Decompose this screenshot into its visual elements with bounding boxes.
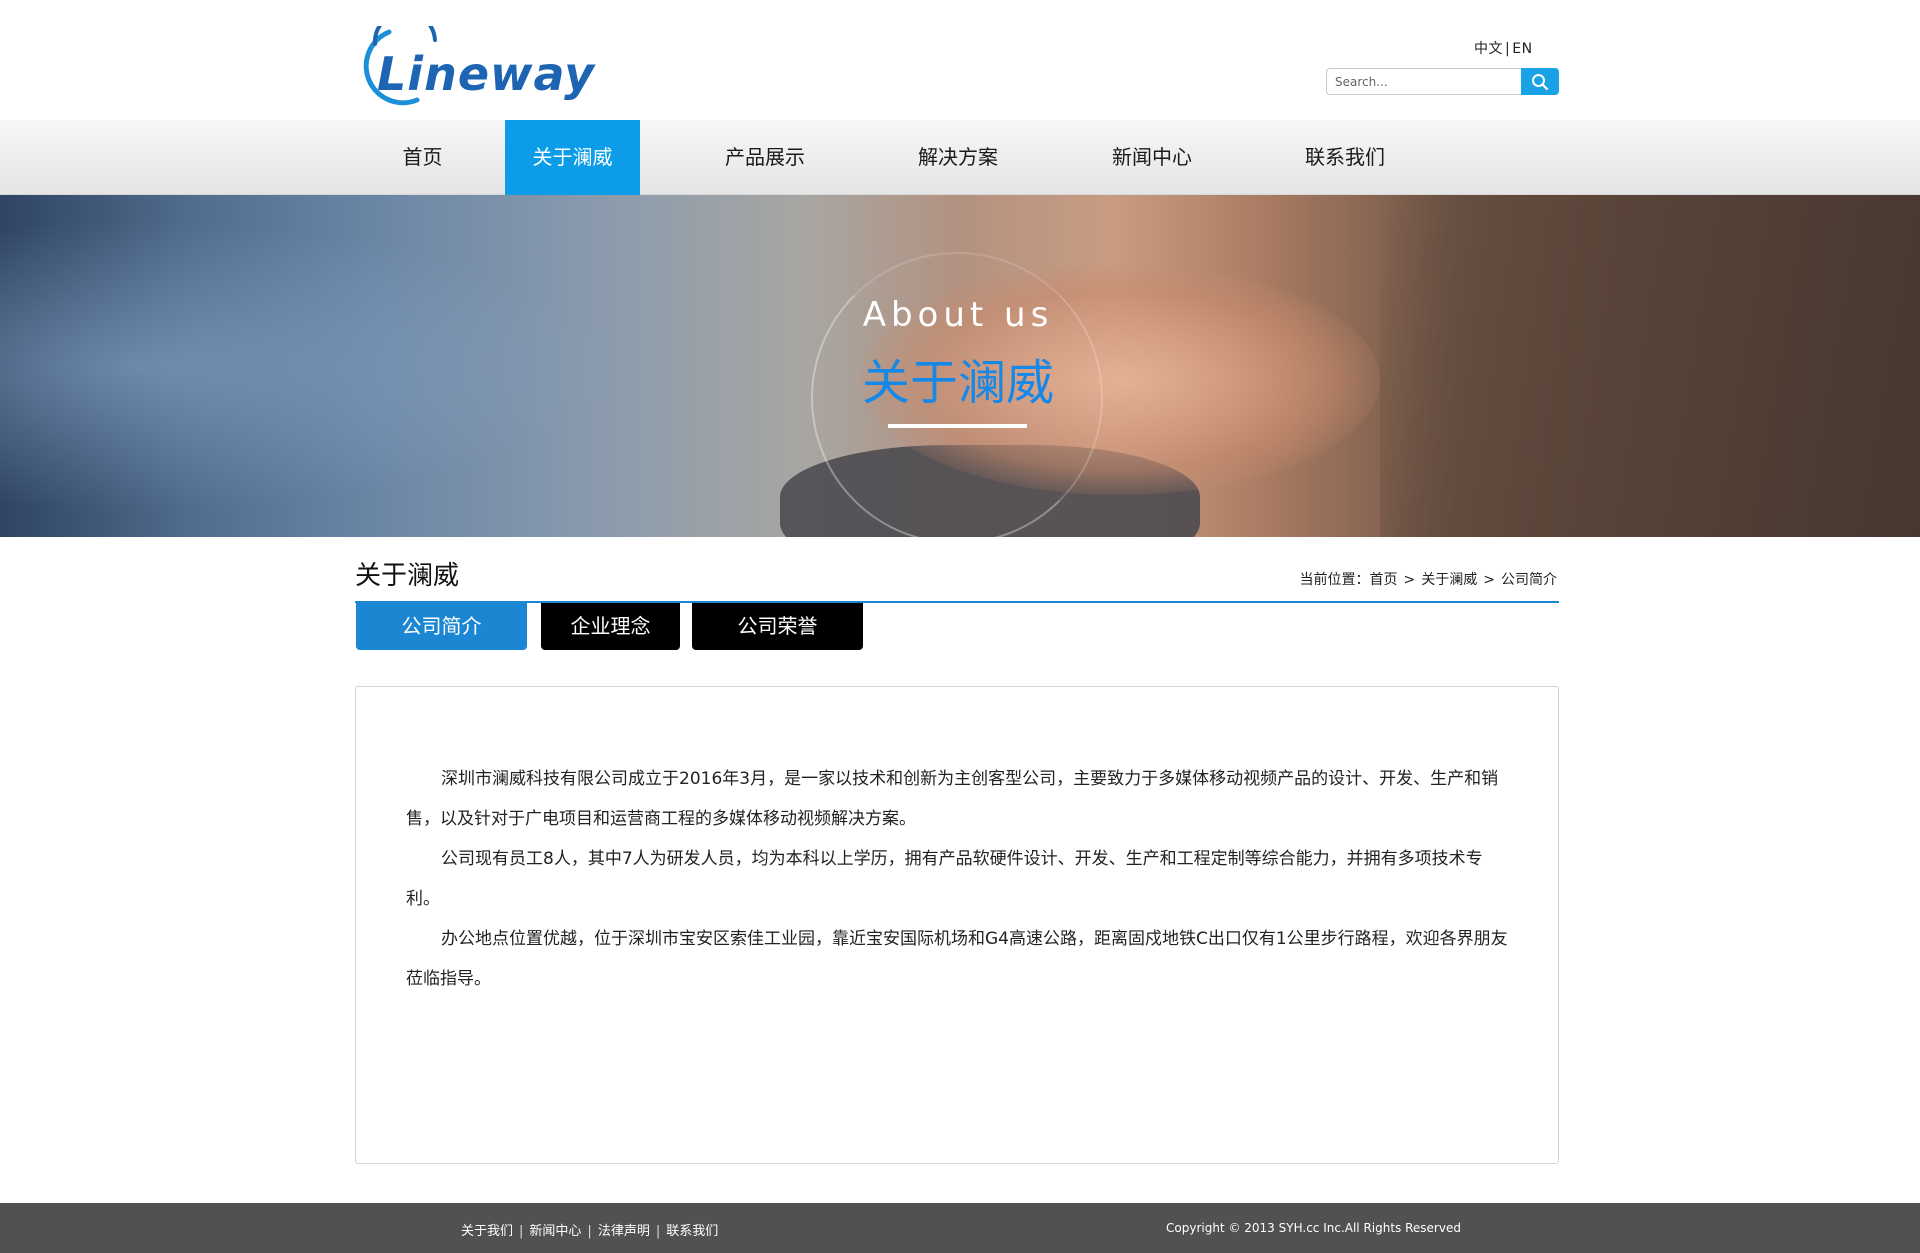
footer-separator: |: [655, 1224, 661, 1239]
footer-separator: |: [519, 1224, 524, 1239]
breadcrumb: 当前位置：首页 > 关于澜威 > 公司简介: [1300, 569, 1557, 589]
main-nav: 首页 关于澜威 产品展示 解决方案 新闻中心 联系我们: [0, 120, 1920, 195]
search-icon: [1532, 73, 1549, 90]
breadcrumb-home[interactable]: 首页: [1370, 572, 1398, 588]
nav-item-contact[interactable]: 联系我们: [1280, 120, 1410, 195]
footer-link-contact[interactable]: 联系我们: [666, 1224, 718, 1239]
lang-en-link[interactable]: EN: [1512, 41, 1532, 57]
nav-item-home[interactable]: 首页: [380, 120, 465, 195]
tab-philosophy[interactable]: 企业理念: [541, 603, 680, 650]
footer-link-news[interactable]: 新闻中心: [529, 1224, 581, 1239]
content-paragraph: 深圳市澜威科技有限公司成立于2016年3月，是一家以技术和创新为主创客型公司，主…: [406, 769, 1499, 829]
banner-title-en: About us: [862, 295, 1054, 335]
nav-item-solutions[interactable]: 解决方案: [893, 120, 1023, 195]
footer-link-legal[interactable]: 法律声明: [598, 1224, 650, 1239]
nav-item-products[interactable]: 产品展示: [700, 120, 830, 195]
search-box: [1326, 68, 1559, 95]
content-panel: 深圳市澜威科技有限公司成立于2016年3月，是一家以技术和创新为主创客型公司，主…: [355, 686, 1559, 1164]
banner-underline: [888, 424, 1027, 428]
search-input[interactable]: [1326, 68, 1521, 95]
breadcrumb-prefix: 当前位置：: [1299, 572, 1370, 588]
language-switch: 中文 | EN: [1474, 38, 1533, 58]
breadcrumb-current[interactable]: 公司简介: [1501, 572, 1557, 588]
nav-item-news[interactable]: 新闻中心: [1087, 120, 1217, 195]
hero-banner: About us 关于澜威: [0, 195, 1920, 537]
lang-separator: |: [1505, 41, 1511, 57]
content-paragraph: 公司现有员工8人，其中7人为研发人员，均为本科以上学历，拥有产品软硬件设计、开发…: [406, 849, 1483, 909]
lineway-logo[interactable]: Lineway: [355, 26, 625, 110]
search-button[interactable]: [1521, 68, 1559, 95]
header: Lineway 中文 | EN: [0, 0, 1920, 120]
banner-title-cn: 关于澜威: [861, 355, 1054, 411]
tab-company-profile[interactable]: 公司简介: [356, 603, 527, 650]
footer-copyright: Copyright © 2013 SYH.cc Inc.All Rights R…: [1166, 1221, 1461, 1235]
breadcrumb-about[interactable]: 关于澜威: [1421, 572, 1477, 588]
footer-separator: |: [587, 1224, 592, 1239]
page-title: 关于澜威: [355, 561, 460, 591]
footer: 关于我们 | 新闻中心 | 法律声明 | 联系我们 Copyright © 2013 SYH…: [0, 1203, 1920, 1253]
content-paragraph: 办公地点位置优越，位于深圳市宝安区索佳工业园，靠近宝安国际机场和G4高速公路，距…: [406, 929, 1508, 989]
nav-item-about[interactable]: 关于澜威: [505, 120, 640, 195]
footer-link-about[interactable]: 关于我们: [461, 1224, 513, 1239]
breadcrumb-separator: >: [1403, 572, 1416, 588]
tab-honors[interactable]: 公司荣誉: [692, 603, 863, 650]
logo-wordmark: Lineway: [377, 47, 596, 101]
lang-zh-link[interactable]: 中文: [1474, 41, 1503, 57]
section-divider: [355, 601, 1559, 603]
footer-links: 关于我们 | 新闻中心 | 法律声明 | 联系我们: [461, 1220, 718, 1239]
breadcrumb-separator: >: [1483, 572, 1495, 588]
